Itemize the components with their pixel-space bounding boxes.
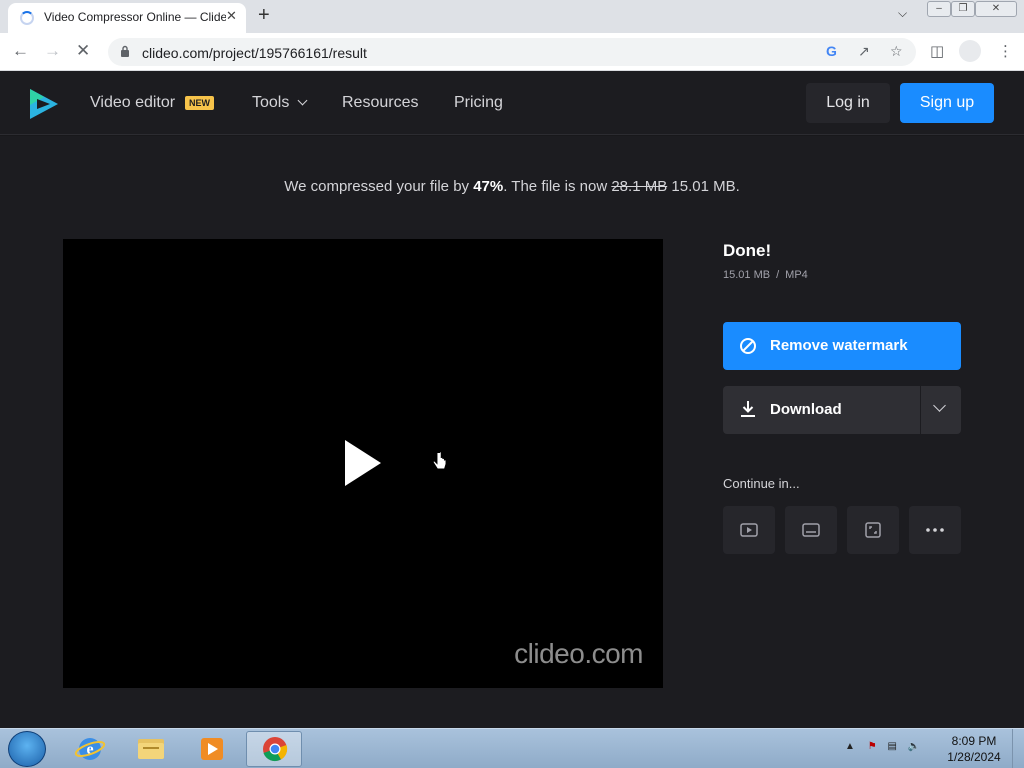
summary-percent: 47%	[473, 178, 504, 195]
download-label: Download	[770, 401, 842, 418]
bookmark-star-icon[interactable]: ☆	[890, 43, 903, 60]
meta-separator: /	[776, 269, 780, 281]
subtitles-icon	[802, 523, 820, 537]
tab-title: Video Compressor Online — Clideo	[44, 10, 226, 24]
profile-avatar-icon[interactable]	[959, 40, 981, 62]
side-panel-icon[interactable]: ◫	[930, 42, 944, 60]
window-controls: – ❐ ✕	[927, 1, 1017, 17]
summary-new-size: 15.01 MB.	[667, 178, 740, 195]
forward-arrow-icon[interactable]: →	[44, 41, 61, 61]
google-lens-icon[interactable]: G	[826, 43, 837, 59]
volume-muted-icon[interactable]: 🔈	[908, 741, 920, 752]
nav-tools[interactable]: Tools	[252, 94, 308, 112]
lock-icon	[121, 45, 129, 57]
system-tray: ▲ ⚑ ▤ 🔈	[845, 741, 920, 752]
chevron-down-icon	[297, 95, 308, 106]
done-heading: Done!	[723, 241, 772, 260]
summary-prefix: We compressed your file by	[284, 178, 474, 195]
nav-pricing[interactable]: Pricing	[454, 94, 503, 112]
system-clock[interactable]: 8:09 PM 1/28/2024	[942, 733, 1006, 765]
site-header: Video editor NEW Tools Resources Pricing…	[0, 71, 1024, 135]
continue-subtitles-button[interactable]	[785, 506, 837, 554]
hand-cursor-icon	[433, 451, 447, 470]
clock-date: 1/28/2024	[947, 750, 1001, 764]
new-tab-button[interactable]: +	[258, 4, 270, 27]
clock-time: 8:09 PM	[951, 734, 997, 748]
video-watermark: clideo.com	[514, 638, 643, 669]
file-meta: 15.01 MB / MP4	[723, 269, 808, 281]
address-bar[interactable]: clideo.com/project/195766161/result G ↗ …	[108, 38, 916, 66]
new-badge: NEW	[185, 96, 214, 110]
continue-resize-button[interactable]	[847, 506, 899, 554]
download-icon	[741, 401, 755, 417]
summary-middle: . The file is now	[503, 178, 612, 195]
menu-kebab-icon[interactable]: ⋮	[998, 42, 1013, 60]
browser-tab[interactable]: Video Compressor Online — Clideo ✕	[8, 3, 246, 33]
prohibited-icon	[740, 338, 756, 354]
download-divider	[920, 386, 921, 434]
close-window-button[interactable]: ✕	[975, 1, 1017, 17]
video-play-icon	[740, 523, 758, 537]
clideo-logo-icon[interactable]	[28, 87, 60, 121]
play-icon[interactable]	[345, 440, 381, 486]
show-desktop-button[interactable]	[1012, 729, 1024, 768]
network-icon[interactable]: ▤	[887, 741, 896, 752]
result-main: We compressed your file by 47%. The file…	[0, 136, 1024, 728]
continue-more-button[interactable]	[909, 506, 961, 554]
tab-search-chevron-icon[interactable]: ⌵	[898, 6, 907, 21]
download-options-chevron-icon[interactable]	[933, 399, 946, 412]
action-center-flag-icon[interactable]: ⚑	[868, 741, 877, 752]
summary-old-size: 28.1 MB	[611, 178, 668, 195]
stop-loading-icon[interactable]: ✕	[76, 41, 90, 61]
file-format: MP4	[785, 269, 808, 281]
more-dots-icon	[926, 528, 944, 532]
browser-tabstrip: Video Compressor Online — Clideo ✕ + ⌵ –…	[0, 0, 1024, 33]
url-text: clideo.com/project/195766161/result	[142, 45, 367, 61]
start-button[interactable]	[8, 731, 46, 767]
continue-video-player-button[interactable]	[723, 506, 775, 554]
compression-summary: We compressed your file by 47%. The file…	[0, 178, 1024, 195]
video-player[interactable]: clideo.com	[63, 239, 663, 688]
restore-button[interactable]: ❐	[951, 1, 975, 17]
download-button[interactable]: Download	[723, 386, 961, 434]
browser-toolbar: ← → ✕ clideo.com/project/195766161/resul…	[0, 33, 1024, 71]
continue-in-label: Continue in...	[723, 476, 800, 491]
minimize-button[interactable]: –	[927, 1, 951, 17]
file-size: 15.01 MB	[723, 269, 771, 281]
nav-tools-label: Tools	[252, 94, 290, 111]
tray-expand-icon[interactable]: ▲	[845, 741, 855, 752]
chrome-icon[interactable]	[246, 731, 302, 767]
windows-taskbar: e ▲ ⚑ ▤ 🔈 8:09 PM 1/28/2024	[0, 728, 1024, 768]
media-player-icon[interactable]	[184, 731, 240, 767]
share-icon[interactable]: ↗	[858, 43, 870, 60]
tab-close-icon[interactable]: ✕	[226, 8, 237, 24]
signup-button[interactable]: Sign up	[900, 83, 994, 123]
remove-watermark-label: Remove watermark	[770, 337, 908, 354]
internet-explorer-icon[interactable]: e	[62, 731, 118, 767]
login-button[interactable]: Log in	[806, 83, 890, 123]
nav-video-editor[interactable]: Video editor	[90, 94, 175, 112]
resize-icon	[865, 522, 881, 538]
nav-resources[interactable]: Resources	[342, 94, 418, 112]
file-explorer-icon[interactable]	[123, 731, 179, 767]
loading-spinner-icon	[20, 11, 34, 25]
back-arrow-icon[interactable]: ←	[12, 41, 29, 61]
remove-watermark-button[interactable]: Remove watermark	[723, 322, 961, 370]
